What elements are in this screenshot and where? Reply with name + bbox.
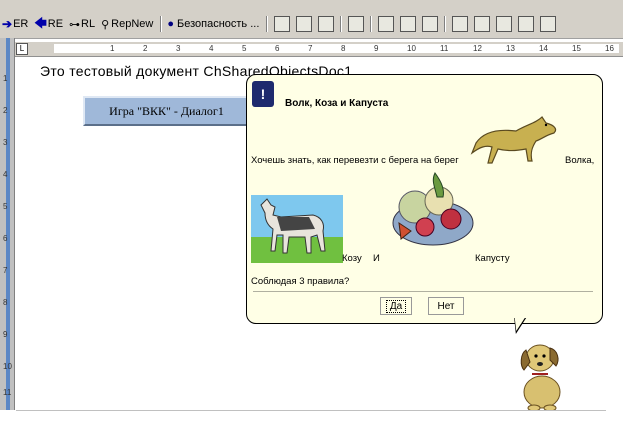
ruler-tick: 2 — [3, 106, 8, 115]
rl-button[interactable]: ⊶ RL — [67, 15, 97, 33]
arrow-left-icon: 🡄 — [34, 15, 47, 30]
no-button[interactable]: Нет — [428, 297, 464, 315]
er-button[interactable]: ➔ ER — [0, 15, 30, 33]
re-button[interactable]: 🡄 RE — [32, 15, 65, 33]
ruler-tick: 7 — [3, 266, 8, 275]
ruler-tick: 5 — [3, 202, 8, 211]
ruler-tick: 11 — [440, 44, 449, 53]
vertical-ruler-ticks: 1 2 3 4 5 6 7 8 9 10 11 — [0, 56, 14, 406]
control-icon[interactable] — [400, 16, 417, 32]
textbox-icon[interactable] — [474, 16, 491, 32]
wolf-image — [470, 116, 557, 164]
ruler-tick: 5 — [242, 44, 247, 53]
repnew-button[interactable]: ⚲ RepNew — [99, 15, 155, 33]
design-icon[interactable] — [422, 16, 439, 32]
ruler-tick: 16 — [605, 44, 614, 53]
ruler-tick: 9 — [374, 44, 379, 53]
ruler-tick: 7 — [308, 44, 313, 53]
toolbar: ➔ ER 🡄 RE ⊶ RL ⚲ RepNew ● Безопасность .… — [0, 0, 623, 39]
ruler-tick: 10 — [407, 44, 416, 53]
security-button[interactable]: ● Безопасность ... — [165, 15, 261, 33]
horizontal-ruler[interactable]: L 1 2 3 4 5 6 7 8 9 10 11 12 13 14 15 16 — [14, 42, 623, 57]
cabbage-image — [392, 172, 474, 246]
ruler-tick: 12 — [473, 44, 482, 53]
page-bottom-line — [16, 410, 606, 411]
ruler-tick: 3 — [176, 44, 181, 53]
ruler-tick: 3 — [3, 138, 8, 147]
balloon-title: Волк, Коза и Капуста — [285, 98, 389, 109]
listbox-icon[interactable] — [540, 16, 557, 32]
yes-button[interactable]: Да — [380, 297, 412, 315]
ruler-tick: 2 — [143, 44, 148, 53]
toolbar-separator — [340, 16, 343, 32]
rules-question: Соблюдая 3 правила? — [251, 276, 350, 287]
info-icon: ! — [252, 81, 274, 107]
ruler-tick: 1 — [3, 74, 8, 83]
ruler-tick: 9 — [3, 330, 8, 339]
form-icon[interactable] — [274, 16, 291, 32]
ruler-tick: 8 — [3, 298, 8, 307]
wolf-label: Волка, — [565, 155, 595, 166]
balloon-divider — [253, 291, 593, 292]
dog-assistant-icon[interactable] — [516, 338, 568, 412]
tools-icon[interactable] — [296, 16, 313, 32]
goat-image — [251, 195, 343, 263]
ruler-tick: 1 — [110, 44, 115, 53]
ruler-tick: 13 — [506, 44, 515, 53]
status-area — [0, 410, 623, 442]
option-icon[interactable] — [518, 16, 535, 32]
toolbar-separator — [370, 16, 373, 32]
key-icon: ⊶ — [69, 18, 81, 31]
toolbar-separator — [160, 16, 163, 32]
ruler-tick: 11 — [3, 388, 12, 397]
toolbar-separator — [444, 16, 447, 32]
ruler-tick: 10 — [3, 362, 12, 371]
ruler-tick: 6 — [275, 44, 280, 53]
balloon-question: Хочешь знать, как перевезти с берега на … — [251, 155, 459, 166]
goat-label: Козу — [342, 253, 362, 264]
cabbage-label: Капусту — [475, 253, 510, 264]
ruler-tick: 14 — [539, 44, 548, 53]
magic-wand-icon: ⚲ — [101, 18, 110, 31]
toolbar-separator — [266, 16, 269, 32]
shapes-icon[interactable] — [348, 16, 365, 32]
ruler-tick: 15 — [572, 44, 581, 53]
button-tool-icon[interactable] — [496, 16, 513, 32]
ruler-tick: 4 — [3, 170, 8, 179]
and-label: И — [373, 253, 380, 264]
ruler-tick: 6 — [3, 234, 8, 243]
ruler-area — [54, 44, 619, 53]
ruler-tick: 4 — [209, 44, 214, 53]
tab-stop-icon[interactable]: L — [16, 43, 28, 55]
toolbar-row: ➔ ER 🡄 RE ⊶ RL ⚲ RepNew ● Безопасность .… — [0, 14, 559, 34]
assistant-balloon: ! Волк, Коза и Капуста Хочешь знать, как… — [246, 74, 603, 334]
macro-icon[interactable] — [378, 16, 395, 32]
checkbox-icon[interactable] — [452, 16, 469, 32]
chart-icon[interactable] — [318, 16, 335, 32]
bullet-icon: ● — [167, 18, 174, 30]
ruler-tick: 8 — [341, 44, 346, 53]
game-dialog-button[interactable]: Игра "ВКК" - Диалог1 — [83, 96, 250, 126]
arrow-right-icon: ➔ — [2, 17, 13, 31]
